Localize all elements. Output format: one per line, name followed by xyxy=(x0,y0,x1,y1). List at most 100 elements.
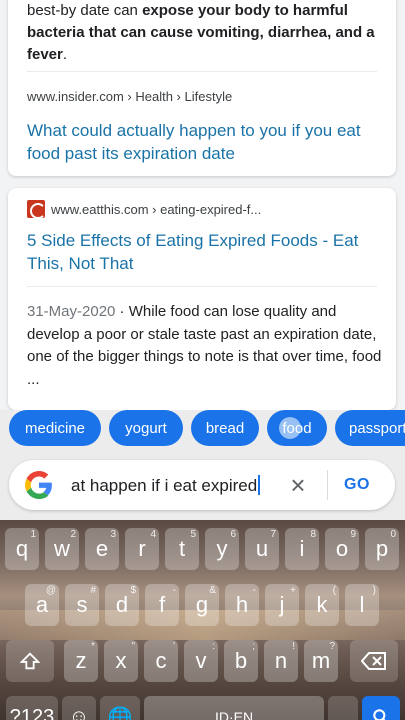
close-icon[interactable]: × xyxy=(287,472,309,498)
backspace-key[interactable] xyxy=(350,640,398,682)
key-hint: 2 xyxy=(70,529,76,540)
key-q[interactable]: q1 xyxy=(5,528,39,570)
key-hint: 3 xyxy=(110,529,116,540)
key-label: g xyxy=(195,592,209,617)
key-label: d xyxy=(115,592,129,617)
key-hint: $ xyxy=(130,585,136,596)
symbols-key[interactable]: ?123 xyxy=(6,696,58,720)
shift-key[interactable] xyxy=(6,640,54,682)
result-title-link[interactable]: What could actually happen to you if you… xyxy=(27,119,382,165)
result-title-link[interactable]: 5 Side Effects of Eating Expired Foods -… xyxy=(27,229,382,275)
key-hint: 4 xyxy=(150,529,156,540)
search-bar[interactable]: at happen if i eat expired × GO xyxy=(9,460,395,510)
key-hint: ; xyxy=(252,641,255,652)
space-key[interactable]: ID·EN xyxy=(144,696,324,720)
key-hint: * xyxy=(91,641,95,652)
chip-passport[interactable]: passport xyxy=(335,410,405,446)
key-c[interactable]: c ' xyxy=(144,640,178,682)
key-hint: 5 xyxy=(190,529,196,540)
key-x[interactable]: x " xyxy=(104,640,138,682)
divider xyxy=(327,470,328,500)
key-label: j xyxy=(279,592,285,617)
key-label: y xyxy=(216,536,228,561)
key-label: i xyxy=(299,536,305,561)
key-hint: ! xyxy=(292,641,295,652)
google-logo-icon xyxy=(25,471,52,499)
key-f[interactable]: f- xyxy=(145,584,179,626)
keyboard-row-3: z * x " c ' v: b; n! m? xyxy=(0,640,405,686)
keyboard-row-2: a @ s # d $ f - g & h - j + k(l) xyxy=(0,584,405,630)
go-button[interactable]: GO xyxy=(344,476,370,494)
key-g[interactable]: g & xyxy=(185,584,219,626)
key-label: p xyxy=(375,536,389,561)
key-label: l xyxy=(359,592,365,617)
result-card-eatthis[interactable]: www.eatthis.com › eating-expired-f... 5 … xyxy=(8,188,396,410)
key-label: q xyxy=(15,536,29,561)
key-label: f xyxy=(158,592,166,617)
key-r[interactable]: r4 xyxy=(125,528,159,570)
chip-yogurt[interactable]: yogurt xyxy=(109,410,183,446)
key-hint: # xyxy=(90,585,96,596)
key-i[interactable]: i8 xyxy=(285,528,319,570)
key-label: c xyxy=(155,648,167,673)
key-hint: & xyxy=(209,585,216,596)
key-y[interactable]: y6 xyxy=(205,528,239,570)
key-a[interactable]: a @ xyxy=(25,584,59,626)
key-hint: - xyxy=(172,585,176,596)
chip-bread[interactable]: bread xyxy=(191,410,259,446)
text-caret xyxy=(258,474,261,495)
search-input[interactable]: at happen if i eat expired xyxy=(71,474,271,496)
key-hint: ( xyxy=(332,585,336,596)
chip-medicine[interactable]: medicine xyxy=(9,410,101,446)
result-snippet: 31-May-2020 · While food can lose qualit… xyxy=(27,301,382,391)
keyboard-row-1: q1w2e3r4t5y6u7i8o9p0 xyxy=(0,528,405,574)
key-hint: ) xyxy=(372,585,376,596)
key-label: r xyxy=(138,536,146,561)
result-cite-row: www.eatthis.com › eating-expired-f... xyxy=(27,200,261,218)
key-hint: ? xyxy=(329,641,335,652)
key-m[interactable]: m? xyxy=(304,640,338,682)
keyboard-search-key[interactable] xyxy=(362,696,400,720)
globe-icon[interactable]: 🌐 xyxy=(100,696,140,720)
key-t[interactable]: t5 xyxy=(165,528,199,570)
key-label: m xyxy=(311,648,331,673)
divider xyxy=(27,286,377,287)
result-cite: www.eatthis.com › eating-expired-f... xyxy=(51,201,262,217)
key-n[interactable]: n! xyxy=(264,640,298,682)
key-h[interactable]: h- xyxy=(225,584,259,626)
key-j[interactable]: j + xyxy=(265,584,299,626)
key-s[interactable]: s # xyxy=(65,584,99,626)
key-b[interactable]: b; xyxy=(224,640,258,682)
key-l[interactable]: l) xyxy=(345,584,379,626)
snippet-end: . xyxy=(62,46,68,63)
key-p[interactable]: p0 xyxy=(365,528,399,570)
snippet-text: best-by date can xyxy=(27,2,143,19)
key-z[interactable]: z * xyxy=(64,640,98,682)
key-e[interactable]: e3 xyxy=(85,528,119,570)
suggestion-chips: medicine yogurt bread food passport xyxy=(0,410,405,454)
key-d[interactable]: d $ xyxy=(105,584,139,626)
emoji-icon[interactable]: ☺ xyxy=(62,696,96,720)
key-label: u xyxy=(255,536,269,561)
key-hint: 1 xyxy=(30,529,36,540)
key-u[interactable]: u7 xyxy=(245,528,279,570)
key-label: o xyxy=(335,536,349,561)
shift-icon xyxy=(19,652,41,670)
result-card-insider[interactable]: best-by date can expose your body to har… xyxy=(8,0,396,176)
key-label: w xyxy=(54,536,70,561)
key-hint: " xyxy=(131,641,135,652)
key-k[interactable]: k( xyxy=(305,584,339,626)
key-hint: : xyxy=(212,641,215,652)
search-results: best-by date can expose your body to har… xyxy=(0,0,405,410)
key-label: k xyxy=(316,592,328,617)
key-label: e xyxy=(95,536,109,561)
query-text: at happen if i eat expired xyxy=(71,475,258,495)
key-v[interactable]: v: xyxy=(184,640,218,682)
search-icon xyxy=(373,709,386,720)
key-w[interactable]: w2 xyxy=(45,528,79,570)
key-label: h xyxy=(235,592,249,617)
key-o[interactable]: o9 xyxy=(325,528,359,570)
period-key[interactable]: . xyxy=(328,696,358,720)
site-favicon-icon xyxy=(27,200,45,218)
chip-food[interactable]: food xyxy=(267,410,327,446)
